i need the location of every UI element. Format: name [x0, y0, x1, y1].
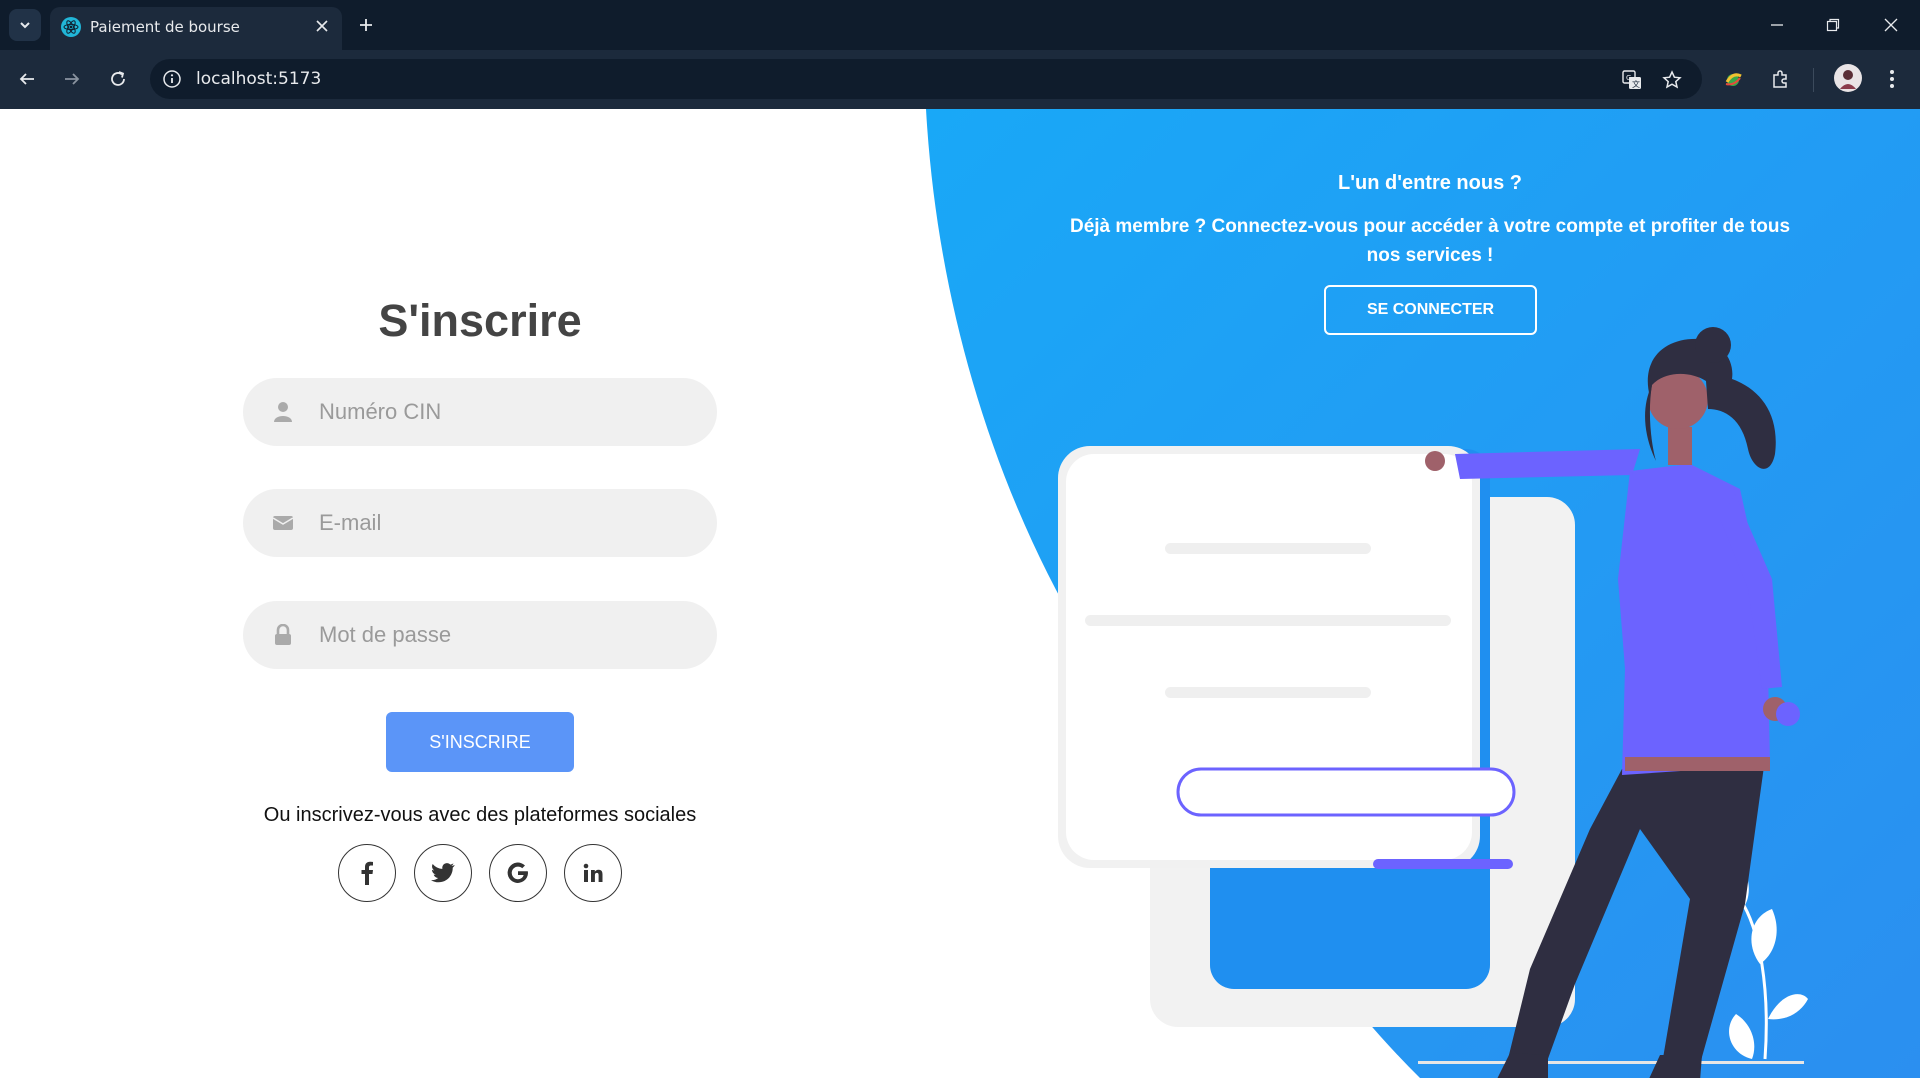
envelope-icon	[271, 511, 295, 535]
reload-icon	[111, 71, 125, 86]
restore-button[interactable]	[1818, 12, 1848, 38]
minimize-icon	[1771, 24, 1783, 26]
svg-text:G: G	[1626, 74, 1631, 82]
tab-search-button[interactable]	[9, 9, 41, 41]
google-icon	[507, 862, 528, 883]
signup-button[interactable]: S'inscrire	[386, 712, 574, 772]
profile-avatar[interactable]	[1834, 64, 1862, 92]
avatar-icon	[1835, 65, 1861, 91]
extensions-menu-button[interactable]	[1766, 65, 1794, 93]
toolbar-separator	[1813, 68, 1814, 92]
close-icon	[1884, 18, 1898, 32]
new-tab-button[interactable]	[352, 11, 380, 39]
facebook-button[interactable]	[338, 844, 396, 902]
forward-button[interactable]	[57, 64, 87, 94]
linkedin-icon	[583, 863, 603, 882]
star-icon	[1662, 70, 1682, 89]
linkedin-button[interactable]	[564, 844, 622, 902]
twitter-icon	[431, 863, 455, 883]
arrow-right-icon	[65, 73, 80, 85]
close-icon	[316, 20, 328, 32]
panel-description: Déjà membre ? Connectez-vous pour accéde…	[1069, 216, 1791, 266]
browser-toolbar: localhost:5173 G文	[0, 50, 1920, 109]
address-bar[interactable]: localhost:5173 G文	[150, 59, 1702, 99]
more-vertical-icon	[1890, 70, 1894, 88]
twitter-button[interactable]	[414, 844, 472, 902]
signup-title: S'inscrire	[378, 295, 582, 346]
page-content: S'inscrire S'inscrire Ou inscrivez-vous …	[0, 109, 1920, 1078]
info-icon[interactable]	[162, 69, 182, 89]
google-button[interactable]	[489, 844, 547, 902]
user-icon	[271, 400, 295, 424]
extension-button[interactable]	[1719, 65, 1747, 93]
translate-button[interactable]: G文	[1620, 68, 1644, 92]
cin-field[interactable]	[243, 378, 717, 446]
tab-close-button[interactable]	[312, 16, 332, 36]
password-field[interactable]	[243, 601, 717, 669]
password-input[interactable]	[319, 601, 689, 669]
email-input[interactable]	[319, 489, 689, 557]
back-button[interactable]	[12, 64, 42, 94]
plus-icon	[360, 19, 372, 31]
tab-title: Paiement de bourse	[90, 18, 240, 36]
browser-tab-active[interactable]: Paiement de bourse	[50, 7, 342, 50]
browser-menu-button[interactable]	[1878, 65, 1906, 93]
panel-title: L'un d'entre nous ?	[1338, 172, 1522, 194]
cin-input[interactable]	[319, 378, 689, 446]
email-field[interactable]	[243, 489, 717, 557]
react-favicon-icon	[61, 17, 81, 37]
url-text[interactable]: localhost:5173	[196, 69, 321, 89]
puzzle-icon	[1773, 70, 1787, 88]
chevron-down-icon	[20, 22, 30, 29]
svg-text:文: 文	[1632, 79, 1640, 89]
close-window-button[interactable]	[1876, 12, 1906, 38]
arrow-left-icon	[19, 73, 34, 85]
restore-icon	[1826, 18, 1840, 32]
reload-button[interactable]	[103, 64, 133, 94]
browser-tab-bar: Paiement de bourse	[0, 0, 1920, 50]
translate-icon: G文	[1622, 70, 1641, 89]
minimize-button[interactable]	[1762, 12, 1792, 38]
facebook-icon	[361, 861, 373, 885]
login-button[interactable]: SE CONNECTER	[1324, 285, 1537, 335]
bookmark-button[interactable]	[1660, 68, 1684, 92]
lock-icon	[271, 623, 295, 647]
extension-logo-icon	[1725, 73, 1742, 86]
social-signup-text: Ou inscrivez-vous avec des plateformes s…	[263, 804, 697, 826]
